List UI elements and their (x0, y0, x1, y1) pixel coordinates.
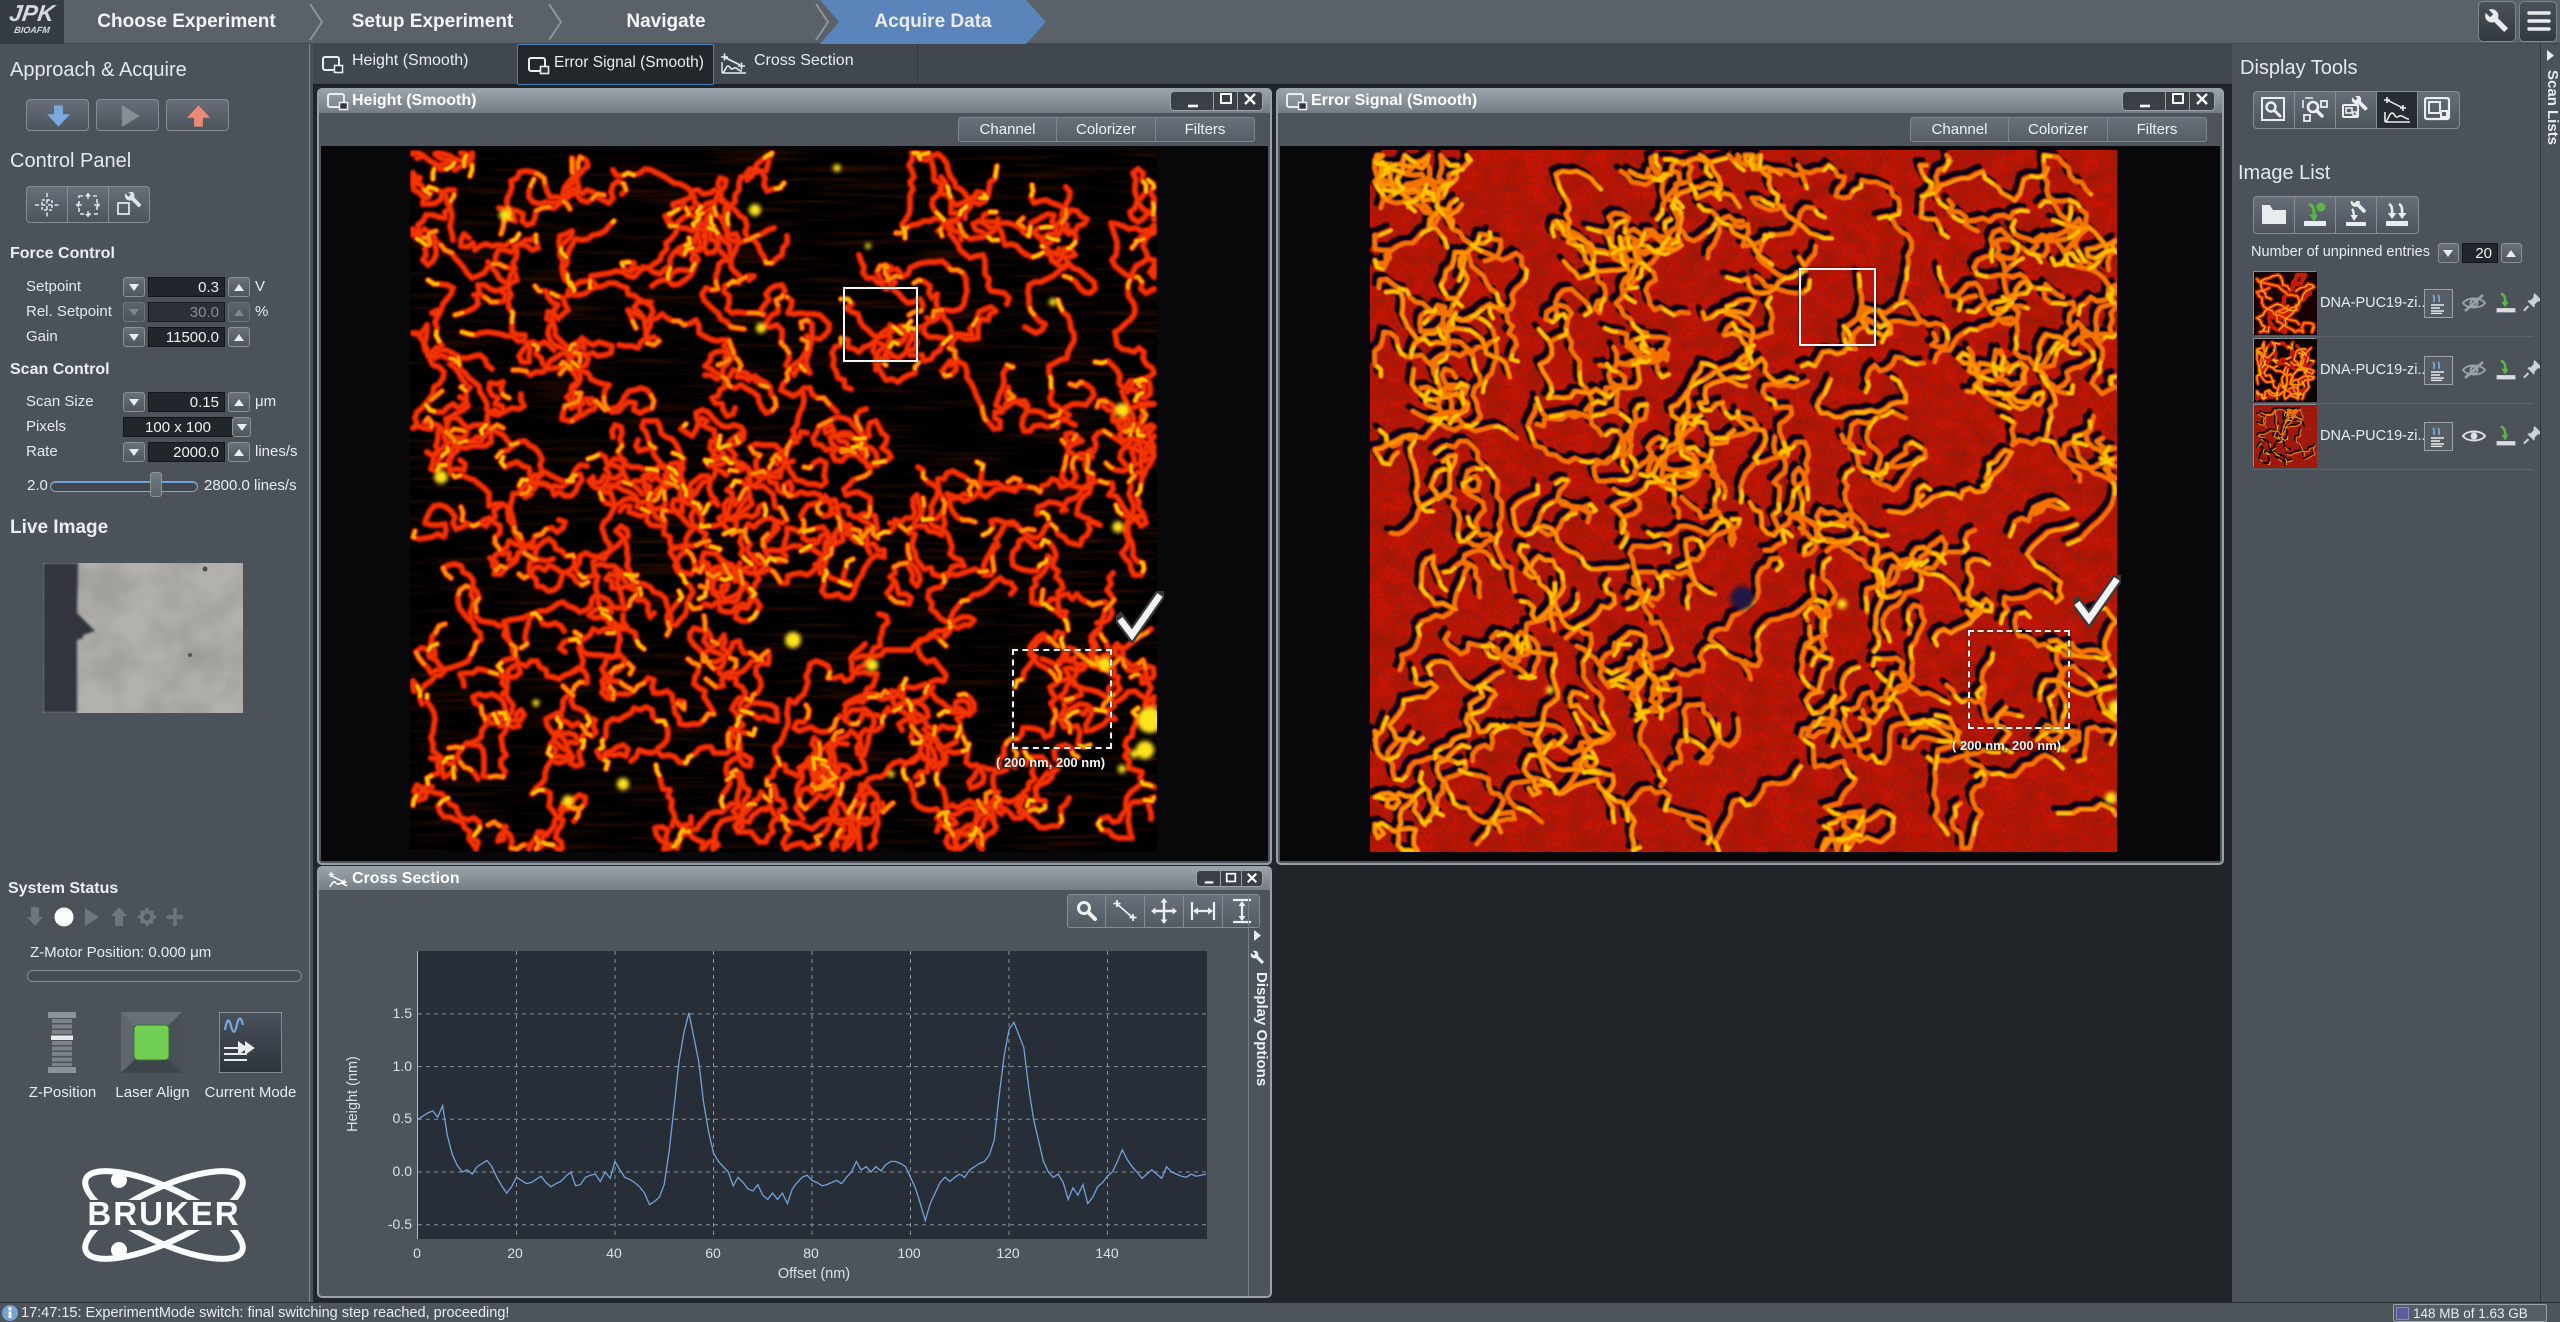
svg-text:BRUKER: BRUKER (87, 1195, 240, 1232)
